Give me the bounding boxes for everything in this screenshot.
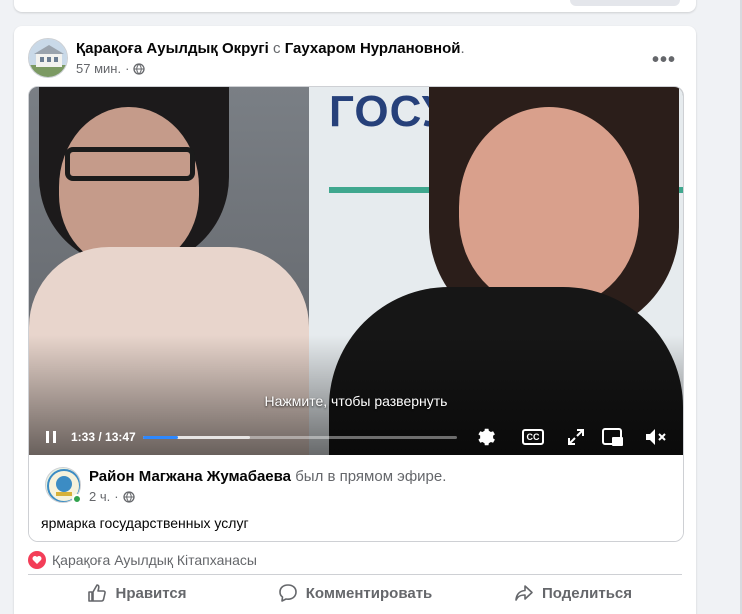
previous-post-card — [14, 0, 696, 12]
heart-glyph-icon — [32, 556, 42, 564]
tagged-suffix: . — [460, 40, 465, 57]
like-button[interactable]: Нравится — [28, 576, 246, 610]
video-time: 1:33 / 13:47 — [71, 430, 136, 444]
online-status-dot — [72, 494, 82, 504]
gear-icon — [478, 428, 495, 446]
picture-in-picture-button[interactable] — [601, 426, 625, 448]
expand-hint[interactable]: Нажмите, чтобы развернуть — [29, 393, 683, 409]
live-status-text: был в прямом эфире. — [295, 468, 447, 485]
video-controls: 1:33 / 13:47 CC — [29, 423, 683, 451]
pause-button[interactable] — [41, 427, 61, 447]
captions-icon: CC — [522, 429, 544, 445]
share-arrow-icon — [515, 585, 533, 601]
like-label: Нравится — [115, 584, 187, 602]
progress-bar[interactable] — [143, 436, 457, 439]
tagged-person-link[interactable]: Гаухаром Нурлановной — [285, 40, 461, 57]
post-author-link[interactable]: Қарақоға Ауылдық Округі — [76, 40, 269, 57]
comment-button[interactable]: Комментировать — [246, 576, 464, 610]
live-timestamp[interactable]: 2 ч. — [89, 489, 110, 504]
more-options-button[interactable]: ••• — [646, 42, 682, 78]
thumbs-up-icon — [88, 584, 107, 602]
reaction-names: Қарақоға Ауылдық Кітапханасы — [52, 552, 257, 568]
page-avatar[interactable] — [28, 38, 68, 78]
actions-divider — [28, 574, 682, 575]
video-person-left-face — [59, 107, 199, 267]
expand-arrows-icon — [568, 429, 584, 445]
video-person-right-face — [459, 107, 639, 307]
settings-button[interactable] — [473, 425, 497, 449]
post-actions: Нравится Комментировать Поделиться — [28, 576, 682, 610]
mute-button[interactable] — [643, 426, 669, 448]
previous-post-action-button[interactable] — [570, 0, 680, 6]
pause-icon-bar — [53, 431, 56, 443]
live-description: ярмарка государственных услуг — [41, 515, 249, 531]
globe-icon[interactable] — [133, 62, 146, 75]
video-person-left-glasses — [65, 147, 195, 181]
live-meta: 2 ч. · — [89, 489, 135, 504]
meta-separator: · — [125, 61, 130, 76]
with-text: с — [273, 40, 281, 57]
share-button[interactable]: Поделиться — [464, 576, 682, 610]
globe-icon[interactable] — [122, 490, 135, 503]
post-author-line: Қарақоға Ауылдық Округі с Гаухаром Нурла… — [76, 40, 465, 57]
reactions-summary[interactable]: Қарақоға Ауылдық Кітапханасы — [28, 551, 257, 569]
video-player[interactable]: ГОСУД Нажмите, чтобы развернуть 1:33 / 1… — [29, 87, 683, 455]
comment-bubble-icon — [278, 584, 297, 602]
post-meta: 57 мин. · — [76, 61, 146, 76]
pip-icon — [602, 428, 623, 446]
progress-played — [143, 436, 179, 439]
fullscreen-button[interactable] — [565, 427, 587, 447]
captions-button[interactable]: CC — [521, 427, 545, 447]
building-icon — [29, 39, 67, 77]
comment-label: Комментировать — [305, 584, 433, 602]
post-card: Қарақоға Ауылдық Округі с Гаухаром Нурла… — [14, 26, 696, 614]
shared-live-video: ГОСУД Нажмите, чтобы развернуть 1:33 / 1… — [28, 86, 684, 542]
live-author-line: Район Магжана Жумабаева был в прямом эфи… — [89, 468, 446, 485]
live-info-block: Район Магжана Жумабаева был в прямом эфи… — [29, 455, 683, 541]
post-timestamp[interactable]: 57 мин. — [76, 61, 121, 76]
heart-icon — [28, 551, 46, 569]
live-author-link[interactable]: Район Магжана Жумабаева — [89, 468, 291, 485]
share-label: Поделиться — [541, 584, 633, 602]
volume-muted-icon — [646, 429, 666, 445]
pause-icon — [46, 431, 49, 443]
live-meta-separator: · — [114, 489, 119, 504]
